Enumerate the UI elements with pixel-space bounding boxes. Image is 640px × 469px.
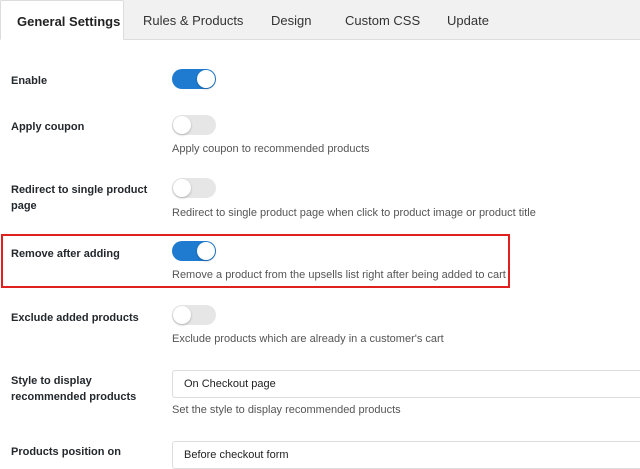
redirect-label: Redirect to single product page xyxy=(11,182,147,214)
tab-update[interactable]: Update xyxy=(447,0,489,40)
remove-after-adding-toggle[interactable] xyxy=(172,241,216,261)
exclude-added-toggle[interactable] xyxy=(172,305,216,325)
toggle-knob xyxy=(173,179,191,197)
redirect-label-line2: page xyxy=(11,200,37,212)
tab-custom-css[interactable]: Custom CSS xyxy=(345,0,420,40)
style-display-description: Set the style to display recommended pro… xyxy=(172,404,401,416)
style-display-label: Style to display recommended products xyxy=(11,373,136,405)
style-display-label-line1: Style to display xyxy=(11,375,92,387)
products-position-label: Products position on xyxy=(11,446,121,458)
toggle-knob xyxy=(197,242,215,260)
products-position-select[interactable]: Before checkout form xyxy=(172,441,640,469)
toggle-knob xyxy=(197,70,215,88)
tab-general-settings[interactable]: General Settings xyxy=(0,0,124,40)
apply-coupon-label: Apply coupon xyxy=(11,121,85,133)
apply-coupon-toggle[interactable] xyxy=(172,115,216,135)
remove-after-adding-label: Remove after adding xyxy=(11,248,120,260)
redirect-description: Redirect to single product page when cli… xyxy=(172,207,536,219)
redirect-label-line1: Redirect to single product xyxy=(11,184,148,196)
redirect-toggle[interactable] xyxy=(172,178,216,198)
exclude-added-description: Exclude products which are already in a … xyxy=(172,333,444,345)
apply-coupon-description: Apply coupon to recommended products xyxy=(172,143,370,155)
toggle-knob xyxy=(173,306,191,324)
style-display-label-line2: recommended products xyxy=(11,391,137,403)
tab-rules-products[interactable]: Rules & Products xyxy=(143,0,243,40)
toggle-knob xyxy=(173,116,191,134)
exclude-added-label: Exclude added products xyxy=(11,312,139,324)
enable-toggle[interactable] xyxy=(172,69,216,89)
enable-label: Enable xyxy=(11,75,48,87)
remove-after-adding-description: Remove a product from the upsells list r… xyxy=(172,269,506,281)
style-display-select[interactable]: On Checkout page xyxy=(172,370,640,398)
tab-design[interactable]: Design xyxy=(271,0,311,40)
settings-tabbar: General Settings Rules & Products Design… xyxy=(0,0,640,40)
